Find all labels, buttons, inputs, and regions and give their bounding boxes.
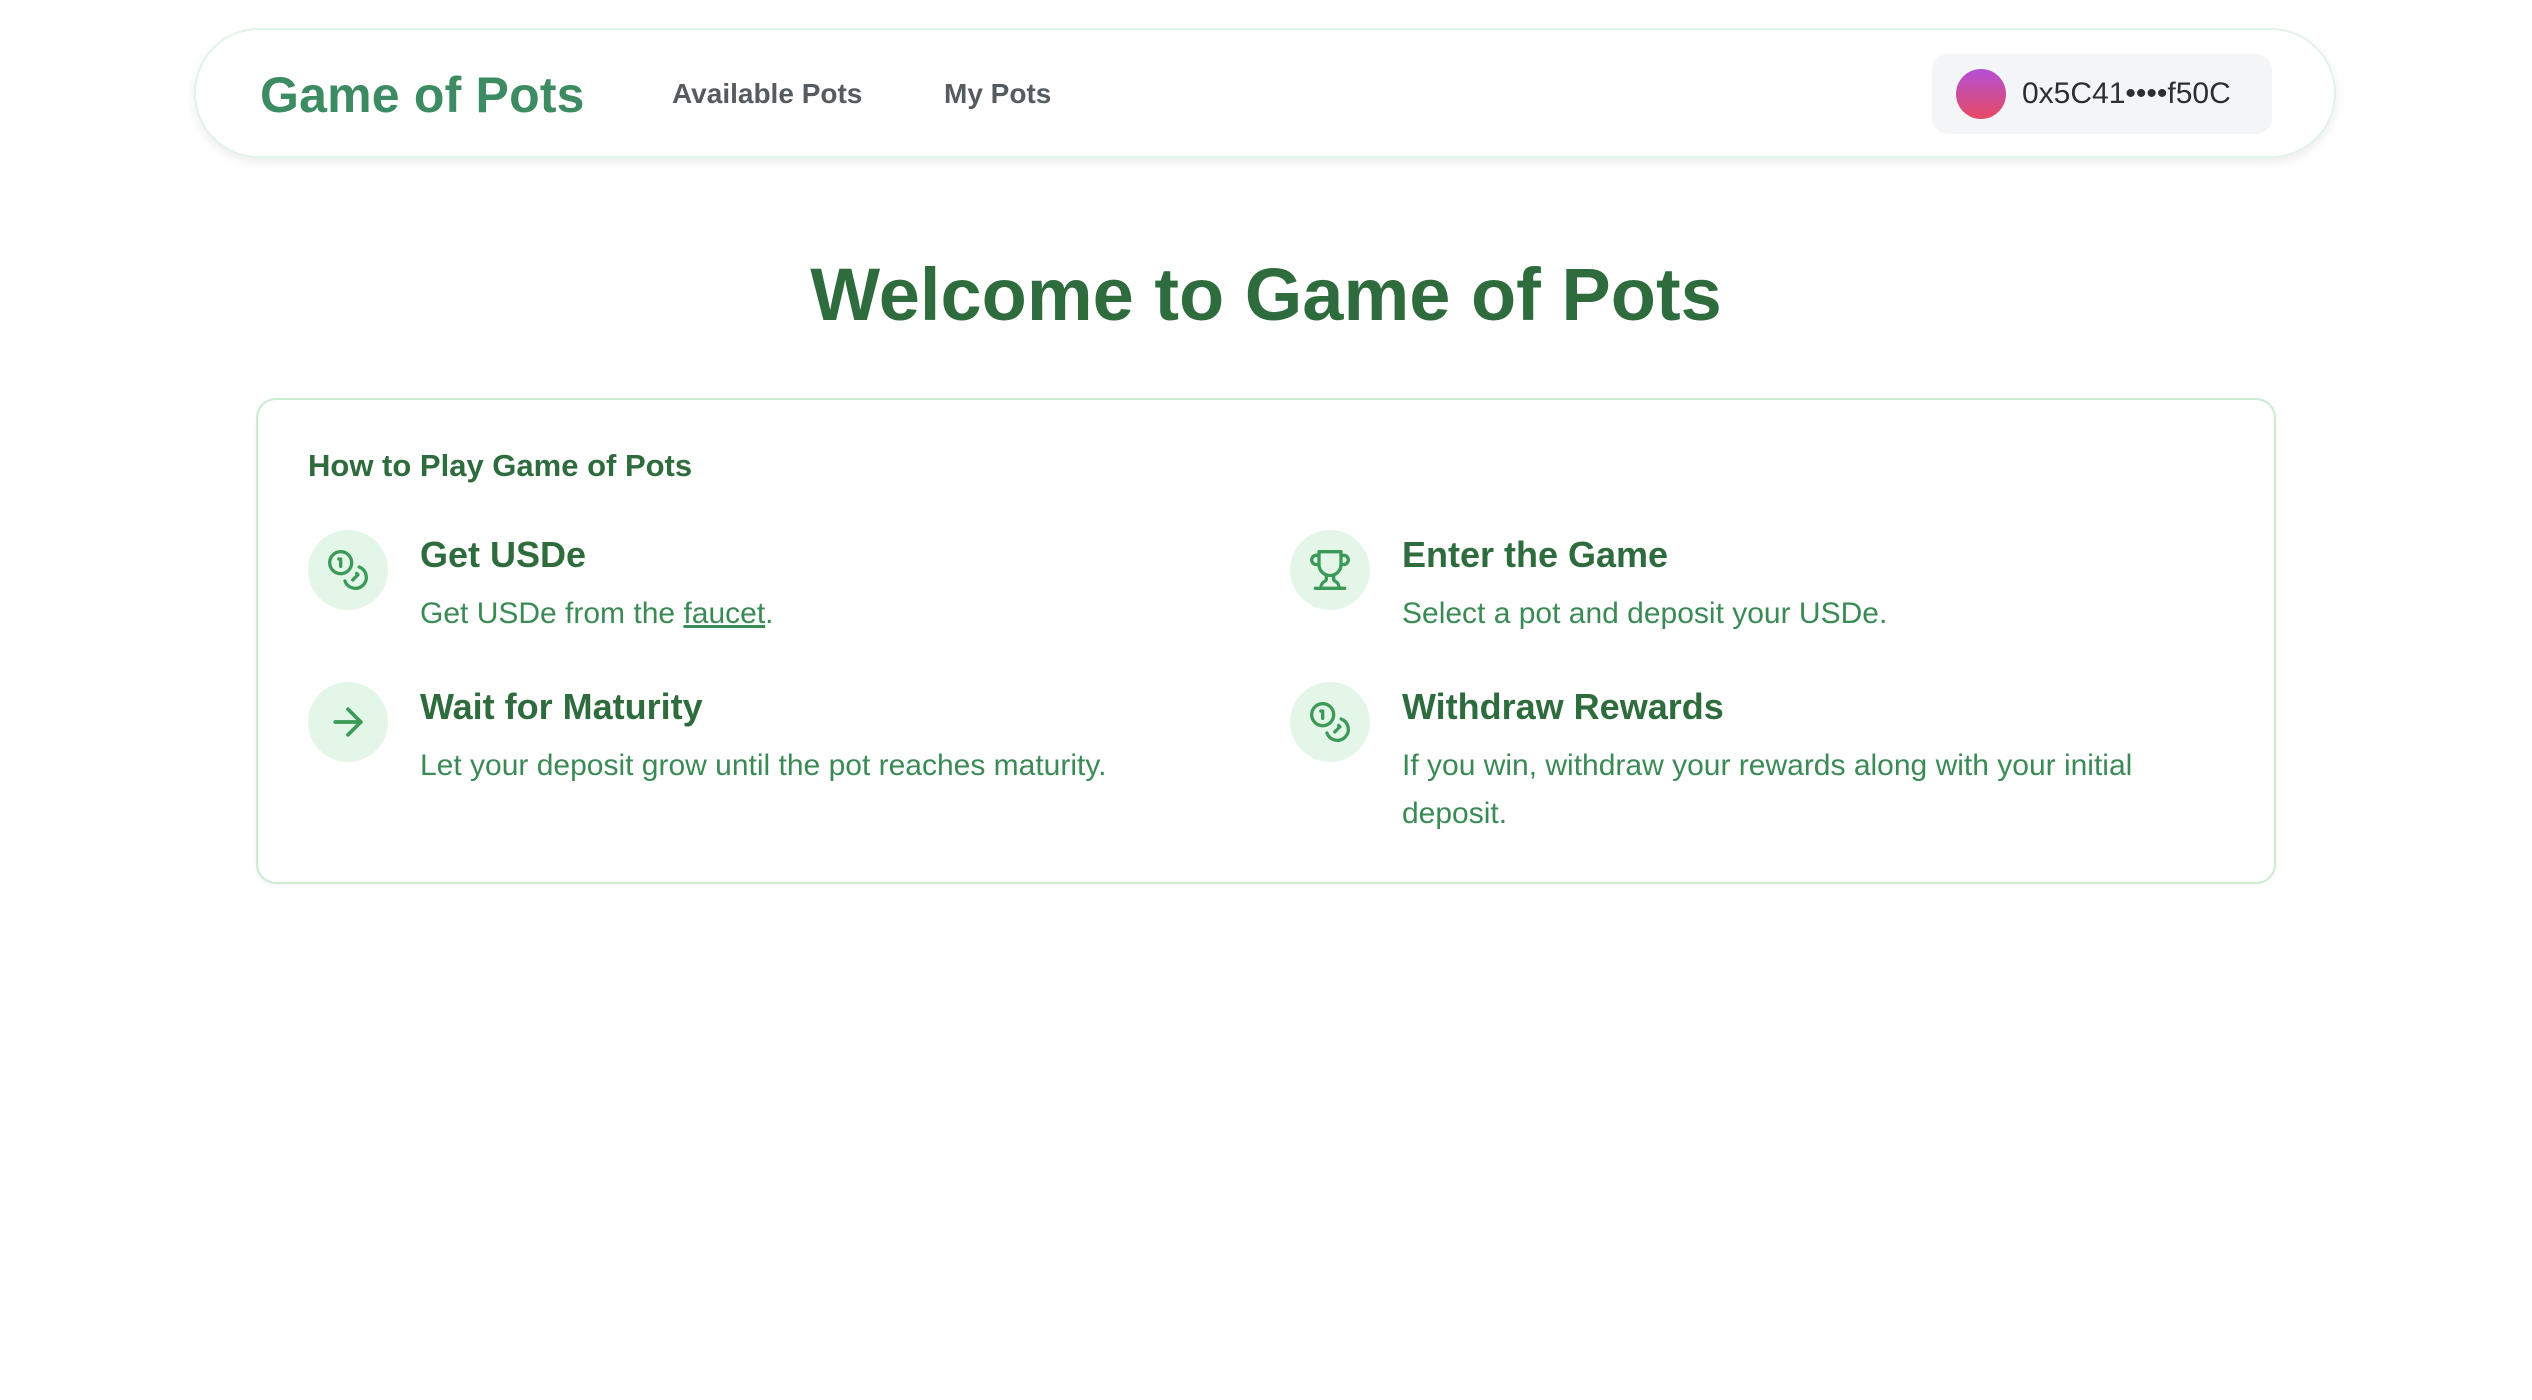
step-description: If you win, withdraw your rewards along … (1402, 749, 2133, 830)
step-description: Get USDe from the faucet. (420, 590, 1220, 638)
nav-my-pots[interactable]: My Pots (944, 78, 1051, 110)
step-description: Select a pot and deposit your USDe. (1402, 597, 1888, 630)
navbar: Game of Pots Available Pots My Pots 0x5C… (194, 28, 2336, 158)
step-title: Withdraw Rewards (1402, 686, 1724, 727)
step-title: Get USDe (420, 534, 587, 575)
step-text-before: Get USDe from the (420, 597, 684, 630)
how-to-play-title: How to Play Game of Pots (308, 448, 693, 483)
step-title: Wait for Maturity (420, 686, 703, 727)
step-text-after: . (765, 597, 774, 630)
wallet-address: 0x5C41••••f50C (2022, 77, 2231, 110)
step-title: Enter the Game (1402, 534, 1669, 575)
arrow-right-icon (308, 682, 388, 762)
wallet-avatar (1956, 69, 2006, 119)
brand-logo[interactable]: Game of Pots (260, 66, 585, 124)
faucet-link[interactable]: faucet (683, 597, 765, 630)
wallet-button[interactable]: 0x5C41••••f50C (1932, 54, 2272, 134)
coins-icon (308, 530, 388, 610)
trophy-icon (1290, 530, 1370, 610)
nav-available-pots[interactable]: Available Pots (672, 78, 862, 110)
how-to-play-card: How to Play Game of Pots Get USDe Get US… (256, 398, 2276, 884)
coins-icon (1290, 682, 1370, 762)
step-description: Let your deposit grow until the pot reac… (420, 749, 1107, 782)
page: Game of Pots Available Pots My Pots 0x5C… (0, 0, 2532, 1400)
page-title: Welcome to Game of Pots (810, 253, 1722, 336)
